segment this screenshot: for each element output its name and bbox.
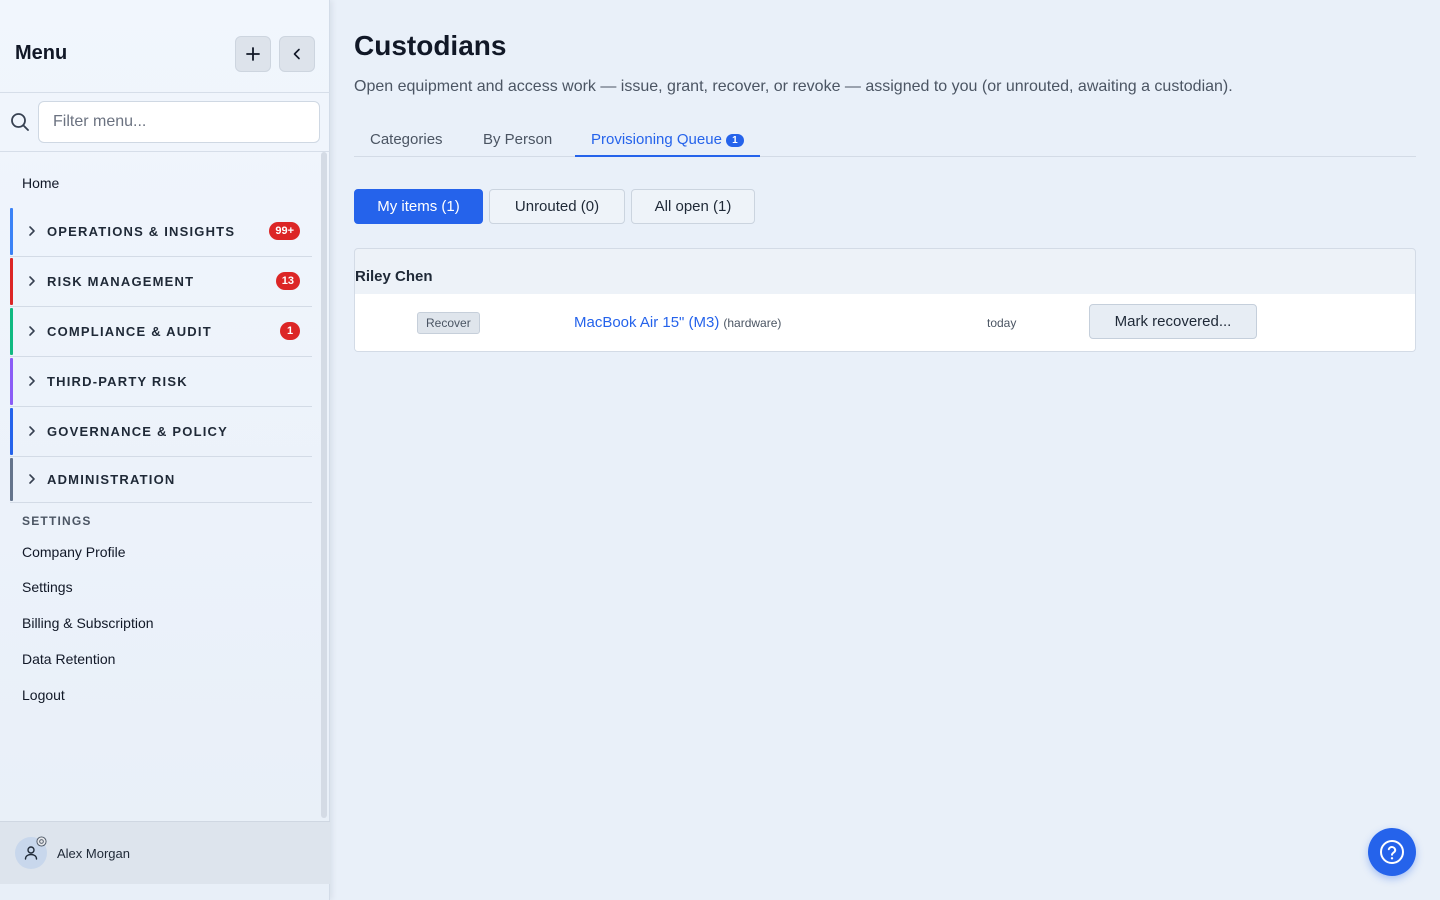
action-tag: Recover — [417, 312, 480, 334]
chevron-right-icon — [29, 276, 35, 286]
nav-group-risk-management[interactable]: RISK MANAGEMENT 13 — [10, 257, 312, 307]
asset-link[interactable]: MacBook Air 15" (M3) (hardware) — [574, 314, 781, 331]
collapse-sidebar-button[interactable] — [279, 36, 315, 72]
asset-type: (hardware) — [723, 316, 782, 330]
filter-unrouted-button[interactable]: Unrouted (0) — [489, 189, 625, 224]
count-badge: 1 — [280, 322, 300, 340]
nav-group-label: OPERATIONS & INSIGHTS — [47, 224, 236, 239]
sidebar-nav: Home OPERATIONS & INSIGHTS 99+ RISK MANA… — [0, 152, 330, 820]
filter-all-open-button[interactable]: All open (1) — [631, 189, 755, 224]
nav-group-administration[interactable]: ADMINISTRATION — [10, 457, 312, 503]
asset-name: MacBook Air 15" (M3) — [574, 314, 720, 331]
user-icon — [24, 846, 38, 860]
tab-label: By Person — [483, 131, 553, 148]
help-button[interactable] — [1368, 828, 1416, 876]
tab-by-person[interactable]: By Person — [483, 122, 552, 157]
custodian-group-card: Riley Chen Recover MacBook Air 15" (M3)(… — [354, 248, 1416, 352]
nav-group-label: THIRD-PARTY RISK — [47, 374, 188, 389]
sidebar-item-data-retention[interactable]: Data Retention — [22, 651, 115, 667]
tab-label: Provisioning Queue — [591, 131, 722, 148]
group-color-bar — [10, 458, 13, 501]
tab-label: Categories — [370, 131, 443, 148]
nav-group-governance-policy[interactable]: GOVERNANCE & POLICY — [10, 407, 312, 457]
menu-search — [0, 93, 330, 152]
nav-group-operations-insights[interactable]: OPERATIONS & INSIGHTS 99+ — [10, 207, 312, 257]
group-color-bar — [10, 258, 13, 305]
page-description: Open equipment and access work — issue, … — [354, 78, 1233, 95]
sidebar-item-billing-subscription[interactable]: Billing & Subscription — [22, 615, 154, 631]
nav-group-label: COMPLIANCE & AUDIT — [47, 324, 212, 339]
count-badge: 99+ — [269, 222, 300, 240]
item-date: today — [987, 316, 1017, 330]
sidebar: Menu Home OPERATIONS & INSIGHTS 99+ — [0, 0, 330, 900]
user-name: Alex Morgan — [57, 846, 130, 861]
tab-categories[interactable]: Categories — [370, 122, 443, 157]
sidebar-item-company-profile[interactable]: Company Profile — [22, 544, 126, 560]
sidebar-header: Menu — [0, 0, 330, 93]
filter-menu-input[interactable] — [38, 101, 320, 143]
count-badge: 13 — [275, 272, 300, 290]
help-icon — [1380, 840, 1404, 864]
tab-count-badge: 1 — [725, 134, 744, 147]
group-color-bar — [10, 358, 13, 405]
chevron-left-icon — [293, 48, 300, 60]
settings-heading: SETTINGS — [22, 514, 92, 528]
nav-group-label: RISK MANAGEMENT — [47, 274, 195, 289]
sidebar-item-home[interactable]: Home — [22, 175, 59, 191]
sidebar-item-settings[interactable]: Settings — [22, 579, 73, 595]
chevron-right-icon — [29, 474, 35, 484]
nav-group-compliance-audit[interactable]: COMPLIANCE & AUDIT 1 — [10, 307, 312, 357]
mark-recovered-button[interactable]: Mark recovered... — [1089, 304, 1257, 339]
search-icon — [11, 113, 29, 131]
sidebar-scrollbar[interactable] — [321, 152, 327, 818]
gear-icon — [36, 836, 47, 847]
sidebar-title: Menu — [15, 42, 68, 64]
person-name: Riley Chen — [355, 268, 433, 285]
nav-groups: OPERATIONS & INSIGHTS 99+ RISK MANAGEMEN… — [10, 207, 312, 503]
nav-group-label: ADMINISTRATION — [47, 472, 176, 487]
main-content: Custodians Open equipment and access wor… — [331, 0, 1440, 900]
user-footer[interactable]: Alex Morgan — [0, 821, 330, 884]
nav-group-third-party-risk[interactable]: THIRD-PARTY RISK — [10, 357, 312, 407]
plus-icon — [246, 47, 260, 61]
tab-provisioning-queue[interactable]: Provisioning Queue 1 — [575, 122, 760, 157]
page-title: Custodians — [354, 30, 507, 61]
chevron-right-icon — [29, 326, 35, 336]
group-color-bar — [10, 208, 13, 255]
queue-item-row: Recover MacBook Air 15" (M3) (hardware) t… — [355, 294, 1415, 351]
tab-bar: Categories By Person Provisioning Queue 1 — [354, 122, 1416, 157]
nav-group-label: GOVERNANCE & POLICY — [47, 424, 228, 439]
chevron-right-icon — [29, 426, 35, 436]
sidebar-item-logout[interactable]: Logout — [22, 687, 65, 703]
group-color-bar — [10, 408, 13, 455]
group-color-bar — [10, 308, 13, 355]
chevron-right-icon — [29, 226, 35, 236]
chevron-right-icon — [29, 376, 35, 386]
filter-my-items-button[interactable]: My items (1) — [354, 189, 483, 224]
add-button[interactable] — [235, 36, 271, 72]
